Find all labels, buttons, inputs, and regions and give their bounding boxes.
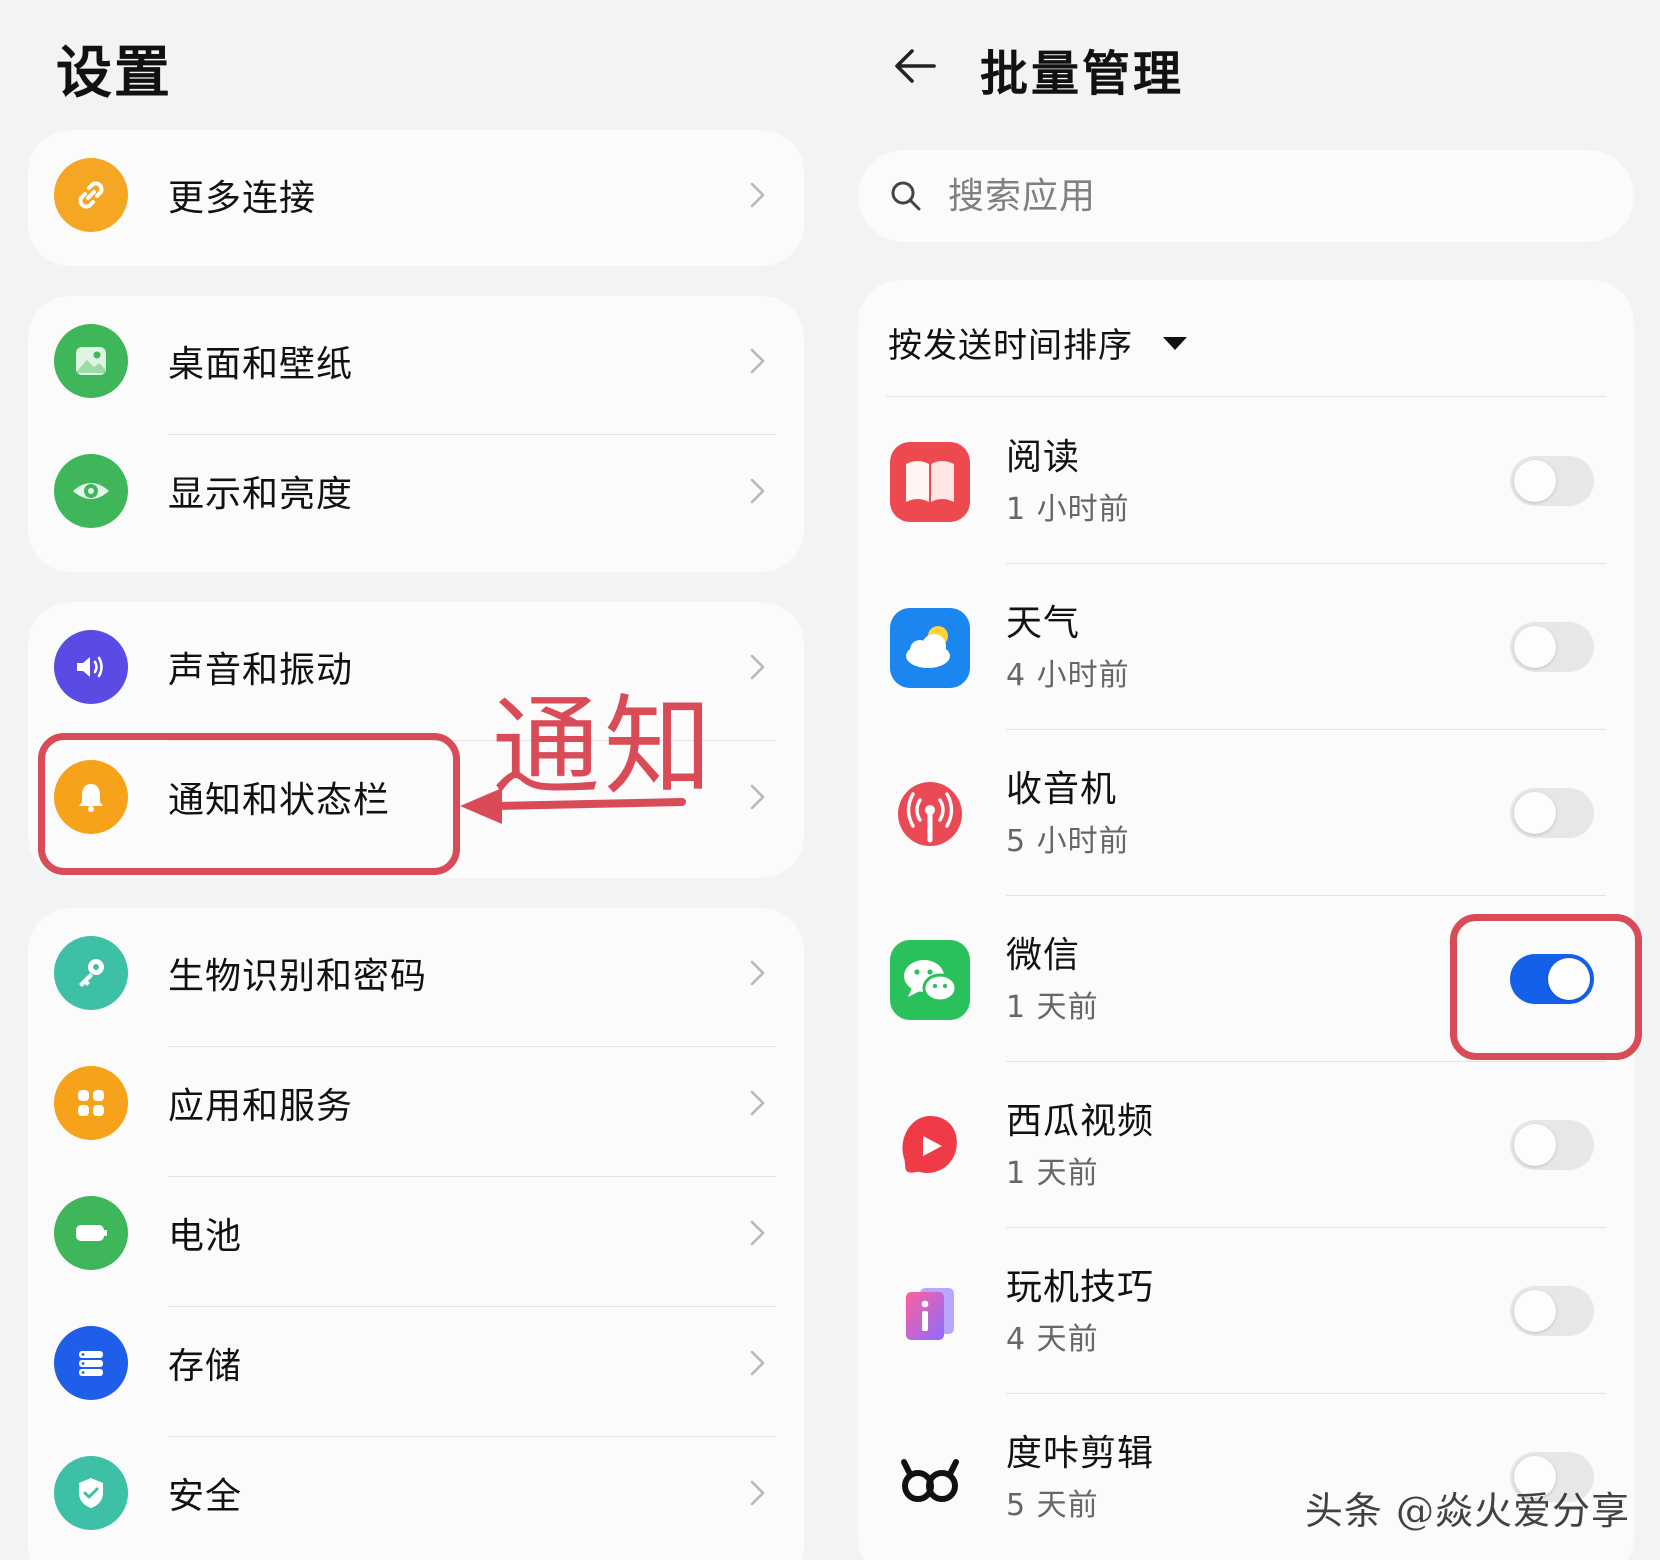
settings-item-battery[interactable]: 电池: [28, 1168, 804, 1298]
chevron-right-icon: [750, 654, 765, 680]
list-item: 阅读 1 小时前: [858, 398, 1634, 564]
settings-group-system: 生物识别和密码 应用和服务 电池 存储 安全: [28, 908, 804, 1560]
settings-item-label: 应用和服务: [168, 1086, 354, 1127]
settings-item-security[interactable]: 安全: [28, 1428, 804, 1558]
list-item: 玩机技巧 4 天前: [858, 1228, 1634, 1394]
divider: [886, 396, 1606, 397]
radio-icon: [890, 774, 970, 854]
chevron-right-icon: [750, 182, 765, 208]
weather-icon: [890, 608, 970, 688]
list-item: 西瓜视频 1 天前: [858, 1062, 1634, 1228]
search-icon: [891, 181, 921, 211]
search-bar[interactable]: [858, 150, 1634, 242]
app-time: 4 天前: [1006, 1322, 1099, 1357]
settings-item-label: 生物识别和密码: [168, 956, 428, 997]
list-item: 收音机 5 小时前: [858, 730, 1634, 896]
app-name: 玩机技巧: [1006, 1267, 1155, 1308]
speaker-icon: [54, 630, 128, 704]
eye-icon: [54, 454, 128, 528]
settings-item-biometrics-password[interactable]: 生物识别和密码: [28, 908, 804, 1038]
app-name: 度咔剪辑: [1006, 1433, 1155, 1474]
settings-item-more-connections[interactable]: 更多连接: [28, 130, 804, 260]
chevron-right-icon: [750, 784, 765, 810]
annotation-highlight-box: [38, 733, 460, 875]
xigua-video-icon: [890, 1106, 970, 1186]
list-item: 天气 4 小时前: [858, 564, 1634, 730]
chevron-right-icon: [750, 1350, 765, 1376]
chevron-right-icon: [750, 478, 765, 504]
apps-icon: [54, 1066, 128, 1140]
book-icon: [890, 442, 970, 522]
chevron-right-icon: [750, 1220, 765, 1246]
link-icon: [54, 158, 128, 232]
app-time: 1 小时前: [1006, 492, 1130, 527]
chevron-right-icon: [750, 960, 765, 986]
sort-label: 按发送时间排序: [888, 326, 1133, 366]
toggle-knob: [1514, 1290, 1556, 1332]
toggle-knob: [1514, 460, 1556, 502]
wechat-icon: [890, 940, 970, 1020]
app-name: 西瓜视频: [1006, 1101, 1155, 1142]
settings-group-connections: 更多连接: [28, 130, 804, 266]
settings-pane: 设置 更多连接 桌面和壁纸 显示和亮度 声音和振动 通知和状态栏 生物识别和密码…: [0, 0, 820, 1560]
app-time: 4 小时前: [1006, 658, 1130, 693]
batch-manage-pane: 批量管理 按发送时间排序 阅读 1 小时前 天气 4 小时前: [836, 0, 1660, 1560]
notification-toggle[interactable]: [1510, 456, 1594, 506]
notification-toggle[interactable]: [1510, 1120, 1594, 1170]
caret-down-icon: [1163, 336, 1187, 350]
settings-item-label: 存储: [168, 1346, 243, 1387]
key-icon: [54, 936, 128, 1010]
annotation-highlight-box: [1450, 914, 1642, 1060]
storage-icon: [54, 1326, 128, 1400]
chevron-right-icon: [750, 1090, 765, 1116]
settings-item-apps-services[interactable]: 应用和服务: [28, 1038, 804, 1168]
app-name: 收音机: [1006, 769, 1118, 810]
notification-toggle[interactable]: [1510, 1286, 1594, 1336]
settings-item-label: 电池: [168, 1216, 243, 1257]
app-name: 阅读: [1006, 437, 1081, 478]
list-item: 度咔剪辑 5 天前: [858, 1394, 1634, 1560]
notification-toggle[interactable]: [1510, 622, 1594, 672]
chevron-right-icon: [750, 348, 765, 374]
sort-dropdown[interactable]: 按发送时间排序: [888, 318, 1189, 367]
dukajianji-icon: [890, 1438, 970, 1518]
app-name: 天气: [1006, 603, 1081, 644]
settings-item-label: 更多连接: [168, 178, 317, 219]
settings-item-label: 安全: [168, 1476, 243, 1517]
search-input[interactable]: [948, 164, 1588, 228]
app-name: 微信: [1006, 935, 1081, 976]
page-title: 设置: [56, 41, 172, 106]
annotation-arrow-icon: [460, 788, 686, 824]
settings-item-label: 桌面和壁纸: [168, 344, 354, 385]
settings-group-display: 桌面和壁纸 显示和亮度: [28, 296, 804, 572]
battery-icon: [54, 1196, 128, 1270]
settings-item-desktop-wallpaper[interactable]: 桌面和壁纸: [28, 296, 804, 426]
app-time: 1 天前: [1006, 990, 1099, 1025]
settings-item-label: 显示和亮度: [168, 474, 354, 515]
settings-item-label: 声音和振动: [168, 650, 354, 691]
page-title: 批量管理: [980, 46, 1185, 102]
notification-toggle[interactable]: [1510, 788, 1594, 838]
toggle-knob: [1514, 626, 1556, 668]
settings-item-display-brightness[interactable]: 显示和亮度: [28, 426, 804, 556]
tips-icon: [890, 1272, 970, 1352]
app-time: 5 小时前: [1006, 824, 1130, 859]
image-icon: [54, 324, 128, 398]
settings-item-storage[interactable]: 存储: [28, 1298, 804, 1428]
chevron-right-icon: [750, 1480, 765, 1506]
app-time: 1 天前: [1006, 1156, 1099, 1191]
app-time: 5 天前: [1006, 1488, 1099, 1523]
shield-icon: [54, 1456, 128, 1530]
watermark: 头条 @焱火爱分享: [1304, 1489, 1630, 1533]
toggle-knob: [1514, 792, 1556, 834]
toggle-knob: [1514, 1124, 1556, 1166]
back-arrow-icon[interactable]: [890, 40, 942, 92]
